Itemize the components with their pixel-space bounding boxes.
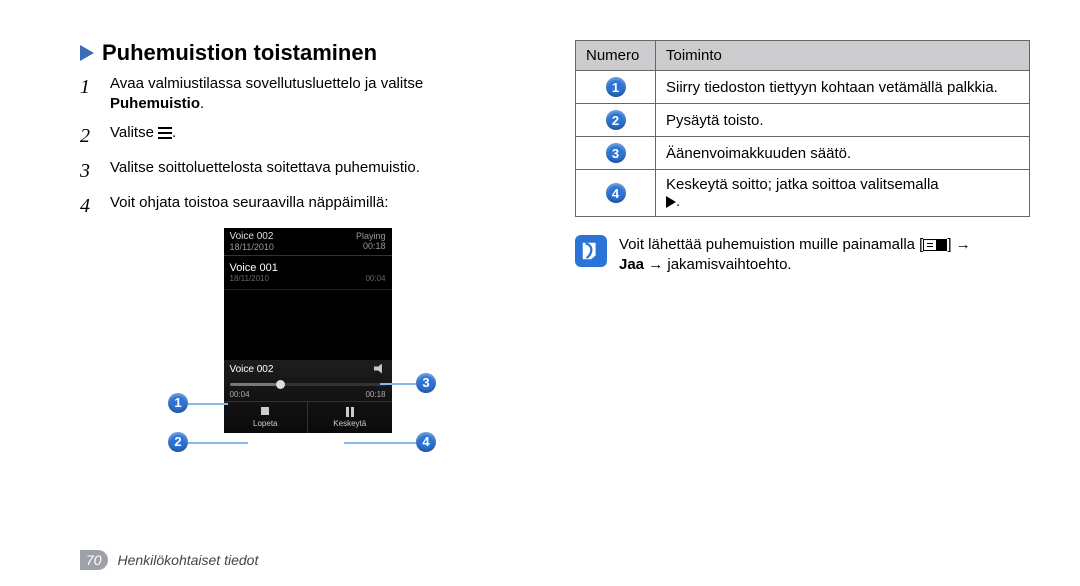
note-icon	[575, 235, 607, 267]
col-function: Toiminto	[656, 41, 1030, 71]
page-footer: 70 Henkilökohtaiset tiedot	[80, 552, 258, 568]
now-playing-status: Playing	[356, 231, 386, 241]
section-heading: Puhemuistion toistaminen	[80, 40, 535, 66]
ref-1-icon: 1	[606, 77, 626, 97]
table-row: 3 Äänenvoimakkuuden säätö.	[576, 137, 1030, 170]
step-1: 1 Avaa valmiustilassa sovellutusluettelo…	[80, 74, 535, 115]
table-row: 2 Pysäytä toisto.	[576, 104, 1030, 137]
step-1-text-c: .	[200, 95, 204, 112]
stop-label: Lopeta	[253, 419, 277, 428]
step-2-text-b: .	[172, 124, 176, 141]
step-number: 3	[80, 158, 100, 185]
page-number: 70	[80, 550, 108, 570]
menu-button-icon	[923, 239, 947, 251]
step-4: 4 Voit ohjata toistoa seuraavilla näppäi…	[80, 193, 535, 220]
step-3: 3 Valitse soittoluettelosta soitettava p…	[80, 158, 535, 185]
col-number: Numero	[576, 41, 656, 71]
callout-leader	[380, 383, 416, 385]
list-item-date: 18/11/2010	[230, 274, 269, 283]
table-row: 1 Siirry tiedoston tiettyyn kohtaan vetä…	[576, 71, 1030, 104]
ref-2-icon: 2	[606, 110, 626, 130]
callout-leader	[344, 442, 416, 444]
time-total: 00:18	[365, 390, 385, 399]
func-2: Pysäytä toisto.	[656, 104, 1030, 137]
chevron-right-icon	[80, 45, 94, 61]
list-icon	[158, 127, 172, 139]
callout-2: 2	[168, 432, 188, 452]
func-3: Äänenvoimakkuuden säätö.	[656, 137, 1030, 170]
note-part1: Voit lähettää puhemuistion muille painam…	[619, 236, 923, 253]
time-elapsed: 00:04	[230, 390, 250, 399]
step-number: 2	[80, 123, 100, 150]
table-header: Numero Toiminto	[576, 41, 1030, 71]
callout-3: 3	[416, 373, 436, 393]
step-1-bold: Puhemuistio	[110, 95, 200, 112]
callout-leader	[188, 403, 228, 405]
function-table: Numero Toiminto 1 Siirry tiedoston tiett…	[575, 40, 1030, 217]
play-icon	[666, 196, 676, 208]
list-item-dur: 00:04	[365, 274, 385, 283]
func-1: Siirry tiedoston tiettyyn kohtaan vetämä…	[656, 71, 1030, 104]
note-box: Voit lähettää puhemuistion muille painam…	[575, 235, 1030, 276]
stop-button-mock: Lopeta	[224, 402, 309, 433]
phone-screenshot: Voice 002 18/11/2010 Playing 00:18 Voice…	[224, 228, 392, 433]
volume-icon	[374, 364, 386, 374]
ref-3-icon: 3	[606, 143, 626, 163]
now-playing-title: Voice 002	[230, 231, 274, 242]
step-2: 2 Valitse .	[80, 123, 535, 150]
progress-bar	[230, 383, 386, 386]
func-4b: .	[676, 193, 680, 210]
heading-text: Puhemuistion toistaminen	[102, 40, 377, 66]
step-2-text-a: Valitse	[110, 124, 154, 141]
callout-4: 4	[416, 432, 436, 452]
pause-label: Keskeytä	[333, 419, 366, 428]
player-title: Voice 002	[230, 364, 274, 375]
section-name: Henkilökohtaiset tiedot	[117, 552, 258, 568]
callout-1: 1	[168, 393, 188, 413]
step-1-text-a: Avaa valmiustilassa sovellutusluettelo j…	[110, 75, 423, 92]
note-part3b: → jakamisvaihtoehto.	[644, 256, 792, 273]
step-number: 4	[80, 193, 100, 220]
note-part2: ] →	[947, 236, 970, 253]
step-number: 1	[80, 74, 100, 115]
pause-button-mock: Keskeytä	[308, 402, 392, 433]
table-row: 4 Keskeytä soitto; jatka soittoa valitse…	[576, 170, 1030, 217]
now-playing-date: 18/11/2010	[230, 242, 274, 252]
ref-4-icon: 4	[606, 183, 626, 203]
note-part3a: Jaa	[619, 256, 644, 273]
steps-list: 1 Avaa valmiustilassa sovellutusluettelo…	[80, 74, 535, 220]
step-4-text: Voit ohjata toistoa seuraavilla näppäimi…	[110, 193, 389, 220]
step-3-text: Valitse soittoluettelosta soitettava puh…	[110, 158, 420, 185]
callout-leader	[188, 442, 248, 444]
list-item-title: Voice 001	[230, 262, 386, 274]
now-playing-dur: 00:18	[356, 241, 386, 251]
func-4a: Keskeytä soitto; jatka soittoa valitsema…	[666, 176, 939, 193]
